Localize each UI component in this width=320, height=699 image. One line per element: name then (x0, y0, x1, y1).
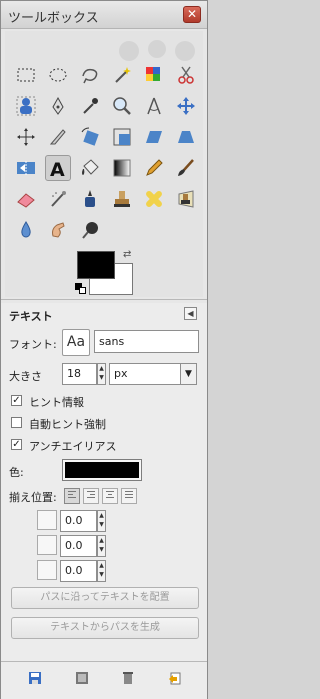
indent-icon (37, 510, 57, 530)
magic-wand-icon[interactable] (109, 62, 135, 88)
letter-spacing-spinner[interactable]: ▲ ▼ (97, 560, 106, 582)
size-label: 大きさ (9, 370, 42, 383)
foreground-select-icon[interactable] (13, 93, 39, 119)
gradient-icon[interactable] (109, 155, 135, 181)
toolbox-window: ツールボックス ✕ A ⇄ テキスト ◀ フォント: Aa sans 大きさ 1… (0, 0, 208, 699)
justify-right-icon[interactable] (83, 488, 99, 504)
pen-path-icon[interactable] (45, 93, 71, 119)
justify-fill-icon[interactable] (121, 488, 137, 504)
text-a-icon[interactable]: A (45, 155, 71, 181)
delete-icon[interactable] (121, 671, 135, 685)
tool-options-panel: テキスト ◀ フォント: Aa sans 大きさ 18 ▲ ▼ px ▼ ✓ ヒン… (1, 303, 207, 699)
bucket-icon[interactable] (77, 155, 103, 181)
perspective-icon[interactable] (173, 124, 199, 150)
text-color-button[interactable] (62, 459, 142, 481)
svg-text:A: A (50, 159, 65, 179)
indent-spinner[interactable]: ▲ ▼ (97, 510, 106, 532)
foreground-color-swatch[interactable] (77, 251, 115, 279)
restore-icon[interactable] (75, 671, 89, 685)
eraser-icon[interactable] (13, 186, 39, 212)
antialias-checkbox[interactable]: ✓ (11, 439, 22, 450)
autohint-checkbox[interactable] (11, 417, 22, 428)
swap-colors-icon[interactable]: ⇄ (123, 249, 135, 261)
unit-value: px (114, 367, 128, 380)
reset-icon[interactable] (168, 671, 182, 685)
move-arrows-icon[interactable] (173, 93, 199, 119)
rect-select-icon[interactable] (13, 62, 39, 88)
brush-icon[interactable] (173, 155, 199, 181)
font-label: フォント: (9, 338, 57, 351)
letter-spacing-input[interactable]: 0.0 (60, 560, 97, 582)
wilber-decoration-icon (119, 40, 195, 61)
hinting-checkbox[interactable]: ✓ (11, 395, 22, 406)
tool-grid: A ⇄ (5, 31, 203, 297)
size-spinner[interactable]: ▲ ▼ (97, 363, 106, 385)
lasso-icon[interactable] (77, 62, 103, 88)
default-colors-icon[interactable] (75, 283, 87, 295)
unit-select[interactable]: px ▼ (109, 363, 197, 385)
chevron-down-icon[interactable]: ▼ (180, 364, 196, 384)
bandage-icon[interactable] (141, 186, 167, 212)
water-drop-icon[interactable] (13, 217, 39, 243)
crop-knife-icon[interactable] (45, 124, 71, 150)
antialias-label: アンチエイリアス (29, 440, 117, 453)
line-spacing-spinner[interactable]: ▲ ▼ (97, 535, 106, 557)
rotate-icon[interactable] (77, 124, 103, 150)
panel-menu-icon[interactable]: ◀ (184, 307, 197, 320)
flip-icon[interactable] (13, 155, 39, 181)
airbrush-icon[interactable] (45, 186, 71, 212)
justify-left-icon[interactable] (64, 488, 80, 504)
size-input[interactable]: 18 (62, 363, 97, 385)
line-spacing-input[interactable]: 0.0 (60, 535, 97, 557)
shear-icon[interactable] (141, 124, 167, 150)
scissors-icon[interactable] (173, 62, 199, 88)
close-icon[interactable]: ✕ (183, 6, 201, 23)
ink-icon[interactable] (77, 186, 103, 212)
hinting-label: ヒント情報 (29, 396, 84, 409)
title-bar[interactable]: ツールボックス ✕ (1, 1, 207, 29)
text-along-path-button[interactable]: パスに沿ってテキストを配置 (11, 587, 199, 609)
perspective-clone-icon[interactable] (173, 186, 199, 212)
scale-icon[interactable] (109, 124, 135, 150)
text-color-swatch (65, 462, 139, 478)
color-area[interactable]: ⇄ (75, 249, 137, 297)
options-title: テキスト (9, 310, 53, 323)
letter-spacing-icon (37, 560, 57, 580)
ellipse-select-icon[interactable] (45, 62, 71, 88)
divider (1, 299, 207, 300)
color-label: 色: (9, 466, 24, 479)
color-select-icon[interactable] (141, 62, 167, 88)
indent-input[interactable]: 0.0 (60, 510, 97, 532)
justify-center-icon[interactable] (102, 488, 118, 504)
font-preview-button[interactable]: Aa (62, 329, 90, 356)
compass-icon[interactable] (141, 93, 167, 119)
line-spacing-icon (37, 535, 57, 555)
dodge-burn-icon[interactable] (77, 217, 103, 243)
finger-smudge-icon[interactable] (45, 217, 71, 243)
align-icon[interactable] (13, 124, 39, 150)
pencil-icon[interactable] (141, 155, 167, 181)
magnifier-icon[interactable] (109, 93, 135, 119)
divider (1, 661, 207, 662)
path-from-text-button[interactable]: テキストからパスを生成 (11, 617, 199, 639)
autohint-label: 自動ヒント強制 (29, 418, 106, 431)
font-input[interactable]: sans (94, 330, 199, 353)
clone-stamp-icon[interactable] (109, 186, 135, 212)
window-title: ツールボックス (8, 11, 99, 26)
eyedropper-icon[interactable] (77, 93, 103, 119)
save-icon[interactable] (28, 671, 42, 685)
justify-label: 揃え位置: (9, 491, 57, 504)
